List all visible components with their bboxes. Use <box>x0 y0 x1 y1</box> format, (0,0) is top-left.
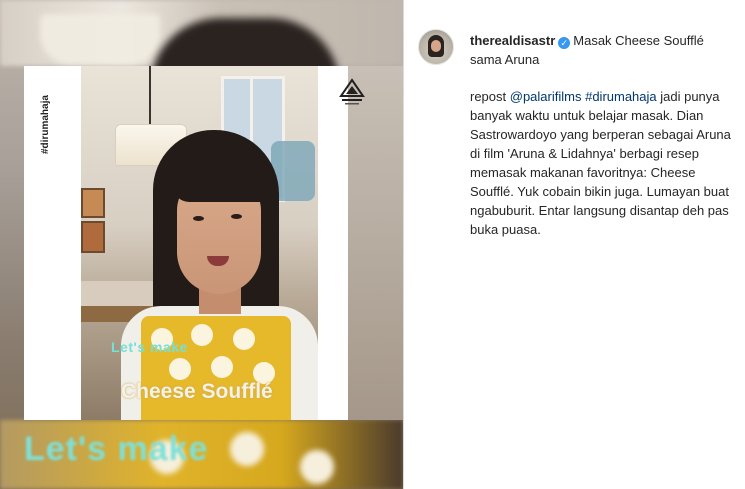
apron-flower <box>233 328 255 350</box>
side-hashtag: #dirumahaja <box>40 95 51 154</box>
lamp-cord <box>149 66 151 126</box>
avatar-face <box>431 40 441 52</box>
blurred-lamp <box>40 14 160 64</box>
video-caption-line1: Let's make <box>111 339 188 355</box>
hashtag-link[interactable]: #dirumahaja <box>585 89 657 104</box>
mention-link[interactable]: @palarifilms <box>510 89 582 104</box>
person-eye <box>231 214 242 219</box>
hashtag-wrapper: #dirumahaja <box>40 84 54 154</box>
wall-picture <box>81 188 105 218</box>
post-caption: repost @palarifilms #dirumahaja jadi pun… <box>470 87 735 239</box>
wall-picture <box>81 221 105 253</box>
palari-films-logo <box>339 78 365 106</box>
apron-flower <box>191 324 213 346</box>
post-header: therealdisastr ✓ Masak Cheese Soufflé sama… <box>470 31 710 69</box>
video-caption-line2: Cheese Soufflé <box>121 380 273 403</box>
user-avatar[interactable] <box>418 29 454 65</box>
caption-prefix: repost <box>470 89 510 104</box>
post-media[interactable]: Let's make #dirumahaja Let's make Cheese… <box>0 0 403 489</box>
person-eye <box>193 216 204 221</box>
media-right-bar <box>318 66 348 420</box>
panel-divider <box>403 0 404 489</box>
apron-flower <box>169 358 191 380</box>
blurred-apron-flower <box>300 450 334 484</box>
verified-badge-icon: ✓ <box>558 37 571 49</box>
apron-flower <box>211 356 233 378</box>
blurred-apron-flower <box>230 432 264 466</box>
person-bangs <box>173 164 269 202</box>
video-frame[interactable] <box>81 66 318 420</box>
caption-text: jadi punya banyak waktu untuk belajar ma… <box>470 89 731 237</box>
username-link[interactable]: therealdisastr <box>470 33 555 48</box>
media-right-strip <box>348 66 403 420</box>
blurred-caption: Let's make <box>24 430 209 468</box>
